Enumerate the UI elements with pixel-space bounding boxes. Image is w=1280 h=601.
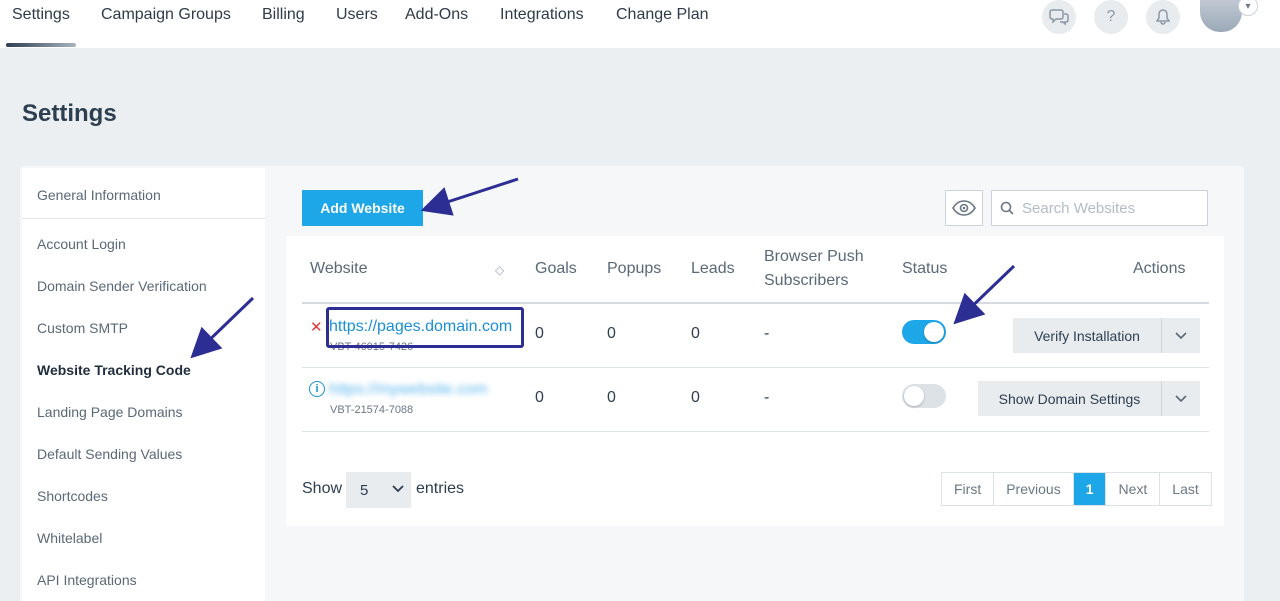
arrow-to-tracking-code bbox=[190, 296, 255, 359]
arrow-to-status-toggle bbox=[953, 264, 1016, 325]
annotation-arrows bbox=[190, 177, 1016, 359]
arrow-to-add-website bbox=[420, 177, 519, 216]
